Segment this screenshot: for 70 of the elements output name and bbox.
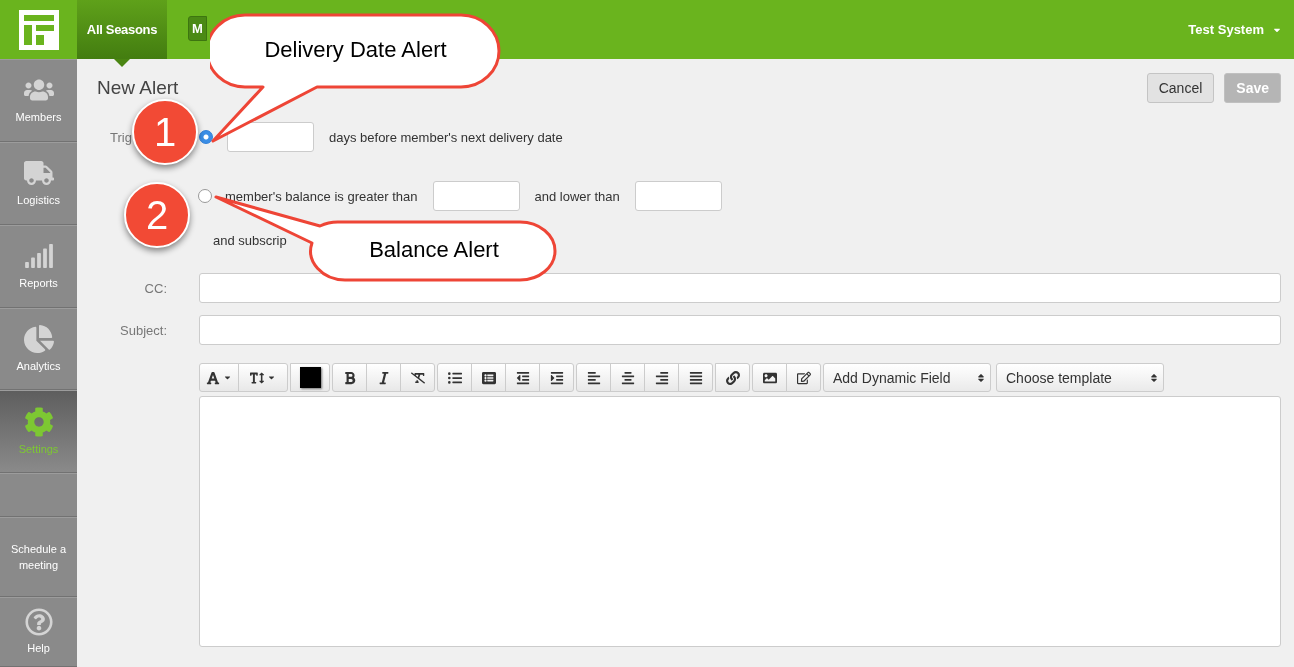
toolbar-button[interactable] xyxy=(644,363,679,392)
option-text: and subscrip xyxy=(213,232,287,248)
text-size-icon xyxy=(250,370,264,385)
toolbar-button[interactable] xyxy=(471,363,506,392)
cancel-button[interactable]: Cancel xyxy=(1146,72,1215,103)
align-left-icon xyxy=(586,370,601,385)
toolbar-button[interactable] xyxy=(366,363,401,392)
sort-arrows-icon xyxy=(976,372,986,383)
step-badge: 2 xyxy=(124,182,190,248)
text-color-button[interactable] xyxy=(290,363,330,392)
menu-button[interactable]: M xyxy=(188,16,207,41)
image-icon xyxy=(762,370,777,385)
indent-icon xyxy=(549,370,564,385)
bulleted-list-icon xyxy=(447,370,462,385)
template-select[interactable]: Choose template xyxy=(996,363,1164,392)
help-icon xyxy=(24,608,53,637)
user-menu[interactable]: Test System xyxy=(1188,22,1264,37)
option-text: member's balance is greater than xyxy=(225,188,418,204)
toolbar-button[interactable] xyxy=(678,363,713,392)
sidebar-item[interactable]: Schedule a meeting xyxy=(0,517,77,598)
link-icon xyxy=(725,370,740,385)
dynamic-field-select[interactable]: Add Dynamic Field xyxy=(823,363,991,392)
justify-icon xyxy=(688,370,703,385)
radio-button[interactable] xyxy=(198,189,212,203)
sidebar-item[interactable]: Members xyxy=(0,59,77,142)
toolbar-button[interactable] xyxy=(437,363,472,392)
outdent-icon xyxy=(515,370,530,385)
pie-chart-icon xyxy=(23,324,54,354)
sidebar-item[interactable]: Reports xyxy=(0,224,77,308)
sidebar-item[interactable]: Help xyxy=(0,597,77,667)
step-badge: 1 xyxy=(132,99,198,165)
sort-arrows-icon xyxy=(1149,372,1159,383)
toolbar-button[interactable] xyxy=(199,363,239,392)
align-center-icon xyxy=(620,370,635,385)
edit-icon xyxy=(796,370,811,385)
field-label: Subject: xyxy=(119,322,168,338)
input-field[interactable] xyxy=(432,181,520,211)
input-field[interactable] xyxy=(634,181,722,211)
option-text: days before member's next delivery date xyxy=(329,129,563,145)
field-label: Trig xyxy=(110,129,132,145)
field-label: CC: xyxy=(143,280,168,296)
clear-format-icon xyxy=(410,370,425,385)
toolbar-button[interactable] xyxy=(752,363,787,392)
sidebar-item[interactable]: Analytics xyxy=(0,307,77,391)
toolbar-button[interactable] xyxy=(238,363,288,392)
toolbar-button[interactable] xyxy=(610,363,645,392)
caret-icon xyxy=(223,373,232,382)
page-title: New Alert xyxy=(97,76,179,99)
input-field[interactable] xyxy=(227,122,314,152)
cc-field[interactable] xyxy=(199,273,1281,303)
sidebar-item[interactable]: Logistics xyxy=(0,141,77,225)
toolbar-button[interactable] xyxy=(400,363,435,392)
bold-icon xyxy=(342,370,357,385)
option-text: and lower than xyxy=(534,188,620,204)
radio-button[interactable] xyxy=(199,130,213,144)
numbered-list-icon xyxy=(481,370,496,385)
toolbar-button[interactable] xyxy=(786,363,821,392)
toolbar-button[interactable] xyxy=(539,363,574,392)
toolbar-button[interactable] xyxy=(576,363,611,392)
toolbar-button[interactable] xyxy=(715,363,750,392)
sidebar-item[interactable]: Settings xyxy=(0,390,77,474)
toolbar-button[interactable] xyxy=(505,363,540,392)
logo-icon xyxy=(18,9,59,50)
subject-field[interactable] xyxy=(199,315,1281,345)
font-icon xyxy=(206,370,220,385)
settings-icon xyxy=(23,406,54,437)
tab-pointer xyxy=(114,59,130,67)
toolbar-button[interactable] xyxy=(332,363,367,392)
align-right-icon xyxy=(654,370,669,385)
caret-icon xyxy=(267,373,276,382)
